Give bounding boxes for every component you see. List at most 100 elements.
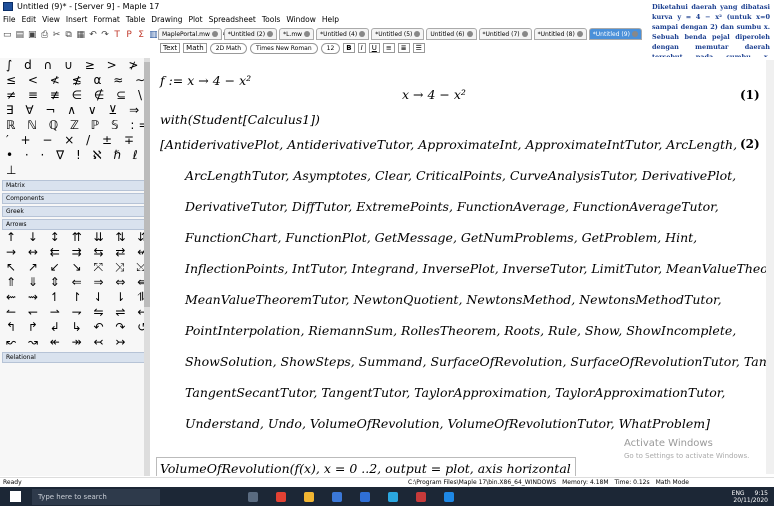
italic-button[interactable]: I <box>357 43 366 53</box>
worksheet-scrollbar[interactable] <box>766 60 774 474</box>
font-select[interactable]: Times New Roman <box>250 42 318 54</box>
sum-insert-button[interactable]: Σ <box>137 30 145 40</box>
palette-symbol-row[interactable]: ↰ ↱ ↲ ↳ ↶ ↷ ↺ ↻ <box>0 320 149 335</box>
menu-plot[interactable]: Plot <box>188 15 202 24</box>
list-icon[interactable]: ☰ <box>412 43 425 53</box>
save-icon[interactable]: ▣ <box>28 30 37 40</box>
menu-file[interactable]: File <box>3 15 16 24</box>
menu-edit[interactable]: Edit <box>22 15 37 24</box>
palette-symbol-row[interactable]: ↜ ↝ ↞ ↠ ↢ ↣ <box>0 335 149 350</box>
input-define-f[interactable]: f := x → 4 − x² <box>160 73 251 88</box>
menu-format[interactable]: Format <box>93 15 119 24</box>
open-icon[interactable]: ▤ <box>16 30 25 40</box>
taskbar-search[interactable]: Type here to search <box>32 488 160 505</box>
store-icon[interactable] <box>332 491 342 502</box>
close-tab-icon[interactable] <box>576 31 583 37</box>
menu-drawing[interactable]: Drawing <box>151 15 182 24</box>
edge-icon[interactable] <box>388 491 398 502</box>
document-tab[interactable]: *L.mw <box>279 28 315 40</box>
chrome-icon[interactable] <box>276 491 286 502</box>
document-tab[interactable]: *Untitled (2) <box>223 28 278 40</box>
palette-scrollbar[interactable] <box>144 58 150 476</box>
align-left-icon[interactable]: ≡ <box>382 43 395 53</box>
plot-insert-button[interactable]: P <box>125 30 133 40</box>
input-with-student[interactable]: with(Student[Calculus1]) <box>160 112 320 127</box>
tray-lang[interactable]: ENG <box>732 490 745 497</box>
palette-symbol-row[interactable]: ⇑ ⇓ ⇕ ⇐ ⇒ ⇔ ⇚ ⇛ <box>0 275 149 290</box>
document-tab-label: *Untitled (5) <box>375 30 413 38</box>
menu-tools[interactable]: Tools <box>262 15 280 24</box>
windows-start-icon[interactable] <box>10 491 21 502</box>
palette-section-relational[interactable]: Relational <box>2 352 147 363</box>
copy-icon[interactable]: ⧉ <box>65 30 73 40</box>
text-insert-button[interactable]: T <box>113 30 121 40</box>
palette-symbol-row[interactable]: ↼ ↽ ⇀ ⇁ ⇋ ⇌ ↤ ↦ <box>0 305 149 320</box>
explorer-icon[interactable] <box>304 491 314 502</box>
bold-button[interactable]: B <box>343 43 355 53</box>
app-taskbar-icon[interactable] <box>444 491 454 502</box>
align-center-icon[interactable]: ≣ <box>397 43 410 53</box>
palette-symbol-row[interactable]: ≠ ≡ ≢ ∈ ∉ ⊆ \ ∅ <box>0 88 149 103</box>
document-tabs: MaplePortal.mw *Untitled (2) *L.mw *Untitle… <box>158 28 658 40</box>
palette-symbol-row[interactable]: → ↔ ⇇ ⇉ ⇆ ⇄ ↚ ↛ <box>0 245 149 260</box>
problem-note: Diketahui daerah yang dibatasi kurva y =… <box>652 3 770 81</box>
window-title: Untitled (9)* - [Server 9] - Maple 17 <box>17 1 160 11</box>
maple-taskbar-icon[interactable] <box>416 491 426 502</box>
menu-table[interactable]: Table <box>126 15 145 24</box>
close-tab-icon[interactable] <box>414 31 421 37</box>
new-icon[interactable]: ▭ <box>3 30 12 40</box>
palette-symbol-row[interactable]: ↑ ↓ ↕ ⇈ ⇊ ⇅ ⇵ ← <box>0 230 149 245</box>
document-tab-label: *Untitled (8) <box>537 30 575 38</box>
palette-symbol-row[interactable]: • · · ∇ ! ℵ ℏ ℓ <box>0 148 149 163</box>
document-tab[interactable]: *Untitled (9) <box>588 28 642 40</box>
close-tab-icon[interactable] <box>211 31 218 37</box>
document-tab[interactable]: Untitled (6) <box>426 28 477 40</box>
menu-window[interactable]: Window <box>286 15 316 24</box>
palette-section-greek[interactable]: Greek <box>2 206 147 217</box>
paste-icon[interactable]: ▦ <box>77 30 86 40</box>
undo-icon[interactable]: ↶ <box>89 30 97 40</box>
document-tab[interactable]: *Untitled (5) <box>371 28 425 40</box>
underline-button[interactable]: U <box>368 43 380 53</box>
status-time: Time: 0.12s <box>614 478 650 486</box>
document-tab[interactable]: *Untitled (4) <box>316 28 370 40</box>
worksheet[interactable]: f := x → 4 − x² x → 4 − x² (1) with(Stud… <box>152 57 774 476</box>
palette-symbol-row[interactable]: ↖ ↗ ↙ ↘ ⤧ ⤨ ⤩ ⤪ <box>0 260 149 275</box>
document-tab[interactable]: MaplePortal.mw <box>158 28 222 40</box>
palette-symbol-row[interactable]: ⇜ ⇝ ↿ ↾ ⇃ ⇂ ⥮ ⥯ <box>0 290 149 305</box>
menu-help[interactable]: Help <box>322 15 339 24</box>
menu-view[interactable]: View <box>42 15 60 24</box>
palette-symbol-row[interactable]: ℝ ℕ ℚ ℤ ℙ 𝕊 := ‖ <box>0 118 149 133</box>
print-icon[interactable]: ⎙ <box>41 30 49 40</box>
mail-icon[interactable] <box>360 491 370 502</box>
section-icon[interactable]: ▥ <box>149 30 158 40</box>
palette-section-components[interactable]: Components <box>2 193 147 204</box>
palette-symbol-row[interactable]: ∫ d ∩ ∪ ≥ > ≯ ≵ <box>0 58 149 73</box>
cut-icon[interactable]: ✂ <box>53 30 61 40</box>
style-select[interactable]: 2D Math <box>209 42 248 54</box>
status-memory: Memory: 4.18M <box>562 478 609 486</box>
close-tab-icon[interactable] <box>304 31 311 37</box>
palette-symbol-row[interactable]: ≤ < ≮ ≴ α ≈ ∼ = <box>0 73 149 88</box>
palette-symbol-row[interactable]: ′ + − × / ± ∓ ∘ <box>0 133 149 148</box>
redo-icon[interactable]: ↷ <box>101 30 109 40</box>
palette-scroll-thumb[interactable] <box>144 62 150 307</box>
palette-section-arrows[interactable]: Arrows <box>2 219 147 230</box>
palette-symbol-row[interactable]: ⊥ <box>0 163 149 178</box>
close-tab-icon[interactable] <box>631 31 638 37</box>
windows-taskbar: Type here to search ENG 9:15 20/11/2020 <box>0 487 774 506</box>
task-view-icon[interactable] <box>248 491 258 502</box>
menu-insert[interactable]: Insert <box>66 15 88 24</box>
text-mode-button[interactable]: Text <box>160 43 181 53</box>
size-select[interactable]: 12 <box>320 42 341 54</box>
close-tab-icon[interactable] <box>466 31 473 37</box>
document-tab[interactable]: *Untitled (8) <box>533 28 587 40</box>
menu-spreadsheet[interactable]: Spreadsheet <box>209 15 256 24</box>
close-tab-icon[interactable] <box>359 31 366 37</box>
math-mode-button[interactable]: Math <box>183 43 207 53</box>
close-tab-icon[interactable] <box>267 31 274 37</box>
close-tab-icon[interactable] <box>521 31 528 37</box>
palette-symbol-row[interactable]: ∃ ∀ ¬ ∧ ∨ ⊻ ⇒ ℂ <box>0 103 149 118</box>
document-tab[interactable]: *Untitled (7) <box>478 28 532 40</box>
palette-section-matrix[interactable]: Matrix <box>2 180 147 191</box>
